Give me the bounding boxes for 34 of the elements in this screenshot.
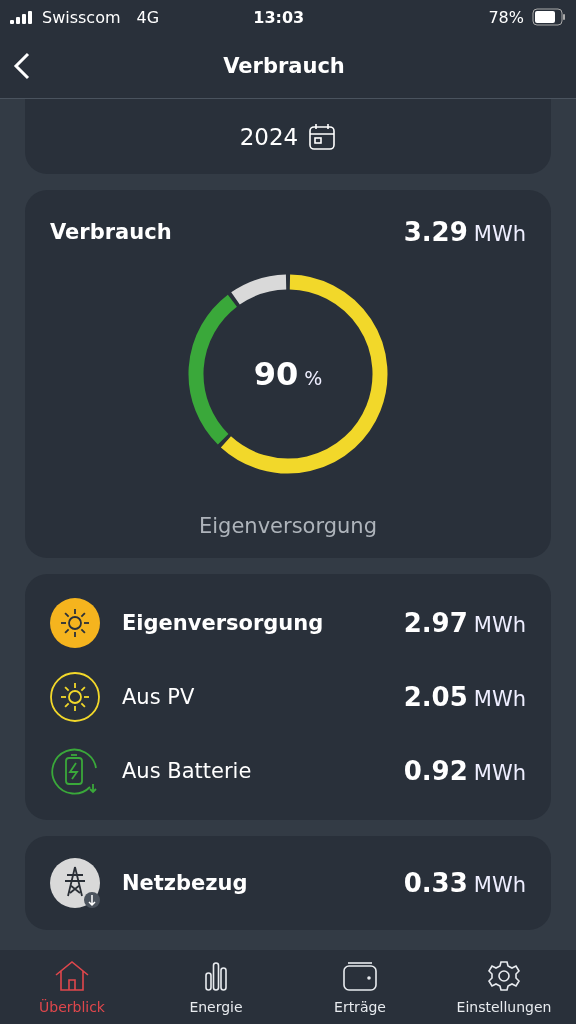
unit-text: MWh (473, 761, 526, 785)
year-text[interactable]: 2024 (239, 123, 299, 150)
battery-percent-text: 78% (488, 7, 524, 27)
unit-text: MWh (473, 687, 526, 711)
page-title: Verbrauch (222, 54, 346, 78)
signal-icon (10, 10, 34, 24)
home-icon (53, 959, 91, 993)
value-text: 2.97 (403, 608, 468, 638)
unit-text: MWh (473, 873, 526, 897)
percent-value: 90 (253, 355, 299, 393)
value-text: 3.29 (403, 217, 468, 247)
wallet-icon (341, 959, 379, 993)
value-text: 0.33 (403, 868, 468, 898)
unit-text: MWh (473, 613, 526, 637)
row-label: Aus PV (122, 685, 196, 709)
clock-text: 13:03 (252, 7, 306, 27)
tab[interactable]: Energie (144, 950, 288, 1024)
percent-unit: % (304, 367, 323, 389)
value-text: 0.92 (403, 756, 468, 786)
network-text: 4G (136, 7, 160, 27)
carrier-text: Swisscom (42, 7, 121, 27)
row-label: Netzbezug (122, 871, 249, 895)
settings-icon (485, 959, 523, 993)
caption-text: Eigenversorgung (199, 514, 377, 538)
unit-text: MWh (473, 222, 526, 246)
value-text: 2.05 (403, 682, 468, 712)
tab[interactable]: Einstellungen (432, 950, 576, 1024)
row-label: Aus Batterie (122, 759, 253, 783)
tab[interactable]: Erträge (288, 950, 432, 1024)
back-icon[interactable] (12, 51, 32, 81)
card-title: Verbrauch (50, 220, 173, 244)
calendar-icon[interactable] (308, 122, 337, 151)
battery-icon (532, 8, 566, 26)
row-label: Eigenversorgung (122, 611, 325, 635)
